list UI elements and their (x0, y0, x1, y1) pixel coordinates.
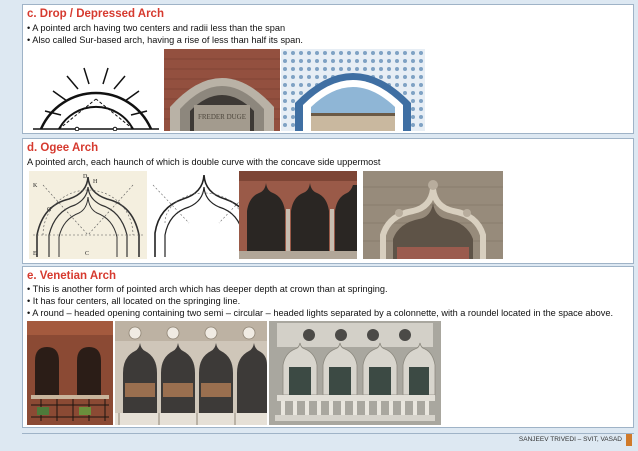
ogee-arch-stone-photo (363, 171, 503, 259)
ogee-arch-construction-diagram: D H K G E C (29, 171, 147, 259)
inscription-text: FREDER DUGE (198, 113, 246, 121)
diagram-label-g: G (47, 207, 52, 213)
footer: SANJEEV TRIVEDI – SVIT, VASAD (22, 433, 634, 447)
bullet-text: • This is another form of pointed arch w… (27, 284, 388, 294)
drop-arch-tiled-photo (281, 49, 425, 131)
venetian-arch-facade-photo (115, 321, 267, 425)
footer-accent-bar (626, 434, 632, 446)
section-heading: d. Ogee Arch (27, 142, 99, 154)
venetian-arch-window-photo (269, 321, 441, 425)
description-text: A pointed arch, each haunch of which is … (27, 157, 381, 167)
drop-arch-brick-photo: FREDER DUGE (164, 49, 280, 131)
diagram-label-k: K (33, 183, 38, 189)
venetian-arch-balcony-photo (27, 321, 113, 425)
section-drop-arch: c. Drop / Depressed Arch • A pointed arc… (22, 4, 634, 134)
diagram-label-e: E (33, 251, 37, 257)
bullet-text: • A round – headed opening containing tw… (27, 308, 613, 318)
ogee-arch-loggia-photo (239, 171, 357, 259)
section-heading: c. Drop / Depressed Arch (27, 8, 164, 20)
bullet-text: • A pointed arch having two centers and … (27, 23, 286, 33)
bullet-text: • It has four centers, all located on th… (27, 296, 241, 306)
section-heading: e. Venetian Arch (27, 270, 117, 282)
bullet-text: • Also called Sur-based arch, having a r… (27, 35, 303, 45)
drop-arch-diagram (29, 49, 163, 131)
footer-divider (22, 433, 634, 434)
section-ogee-arch: d. Ogee Arch A pointed arch, each haunch… (22, 138, 634, 264)
diagram-label-c: C (85, 251, 89, 257)
diagram-label-h: H (93, 179, 98, 185)
section-venetian-arch: e. Venetian Arch • This is another form … (22, 266, 634, 428)
diagram-label-d: D (83, 174, 88, 180)
footer-credit: SANJEEV TRIVEDI – SVIT, VASAD (518, 436, 622, 443)
